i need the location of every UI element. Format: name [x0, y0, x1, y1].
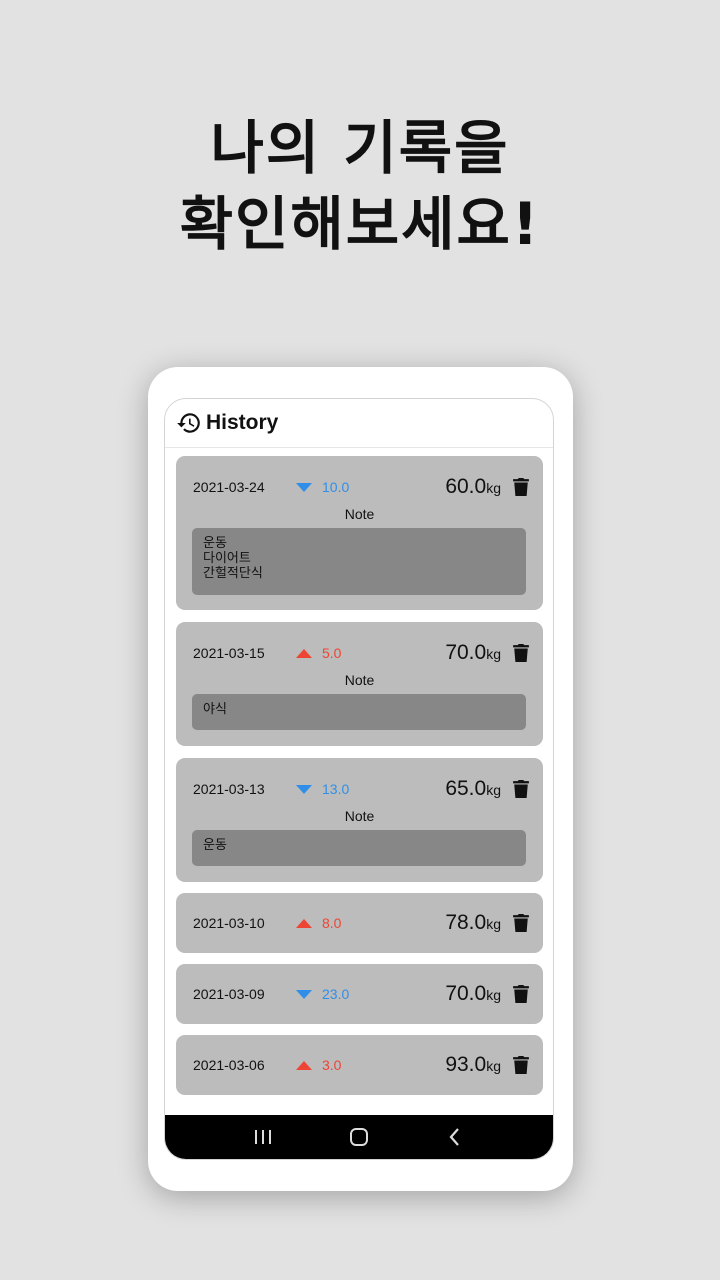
- record-date: 2021-03-15: [193, 645, 265, 661]
- record-weight: 70.0kg: [445, 982, 501, 1005]
- increase-arrow-icon: [296, 1060, 312, 1070]
- history-card[interactable]: 2021-03-09 23.0 70.0kg: [176, 964, 543, 1024]
- record-weight: 70.0kg: [445, 641, 501, 664]
- recent-apps-icon[interactable]: [252, 1126, 274, 1148]
- history-icon: [177, 413, 200, 433]
- weight-delta: 8.0: [322, 915, 342, 931]
- weight-delta: 5.0: [322, 645, 342, 661]
- record-weight: 65.0kg: [445, 777, 501, 800]
- weight-delta: 10.0: [322, 479, 350, 495]
- promo-headline: 나의 기록을 확인해보세요!: [0, 110, 720, 262]
- note-text: 야식: [192, 694, 526, 730]
- delete-icon[interactable]: [513, 1056, 529, 1074]
- delete-icon[interactable]: [513, 780, 529, 798]
- decrease-arrow-icon: [296, 989, 312, 999]
- weight-delta: 3.0: [322, 1057, 342, 1073]
- delete-icon[interactable]: [513, 985, 529, 1003]
- increase-arrow-icon: [296, 648, 312, 658]
- app-bar: History: [165, 399, 553, 448]
- decrease-arrow-icon: [296, 482, 312, 492]
- note-label: Note: [344, 672, 375, 688]
- note-text: 운동: [192, 830, 526, 866]
- back-icon[interactable]: [444, 1126, 466, 1148]
- note-label: Note: [344, 808, 375, 824]
- history-card[interactable]: 2021-03-10 8.0 78.0kg: [176, 893, 543, 953]
- decrease-arrow-icon: [296, 784, 312, 794]
- history-card[interactable]: 2021-03-15 5.0 70.0kg Note 야식: [176, 622, 543, 746]
- note-text: 운동 다이어트 간헐적단식: [192, 528, 526, 595]
- app-title: History: [206, 411, 279, 434]
- headline-line-1: 나의 기록을: [210, 114, 510, 182]
- headline-line-2: 확인해보세요!: [179, 190, 541, 258]
- note-label: Note: [344, 506, 375, 522]
- home-icon[interactable]: [348, 1126, 370, 1148]
- weight-delta: 13.0: [322, 781, 350, 797]
- record-date: 2021-03-24: [193, 479, 265, 495]
- record-date: 2021-03-09: [193, 986, 265, 1002]
- record-weight: 60.0kg: [445, 475, 501, 498]
- record-date: 2021-03-13: [193, 781, 265, 797]
- delete-icon[interactable]: [513, 914, 529, 932]
- record-weight: 78.0kg: [445, 911, 501, 934]
- record-weight: 93.0kg: [445, 1053, 501, 1076]
- delete-icon[interactable]: [513, 478, 529, 496]
- increase-arrow-icon: [296, 918, 312, 928]
- system-nav-bar: [165, 1115, 553, 1159]
- history-card[interactable]: 2021-03-06 3.0 93.0kg: [176, 1035, 543, 1095]
- record-date: 2021-03-10: [193, 915, 265, 931]
- delete-icon[interactable]: [513, 644, 529, 662]
- history-card[interactable]: 2021-03-24 10.0 60.0kg Note 운동 다이어트 간헐적단…: [176, 456, 543, 610]
- weight-delta: 23.0: [322, 986, 350, 1002]
- record-date: 2021-03-06: [193, 1057, 265, 1073]
- phone-screen: History 2021-03-24 10.0 60.0kg Note 운동 다…: [164, 398, 554, 1160]
- history-card[interactable]: 2021-03-13 13.0 65.0kg Note 운동: [176, 758, 543, 882]
